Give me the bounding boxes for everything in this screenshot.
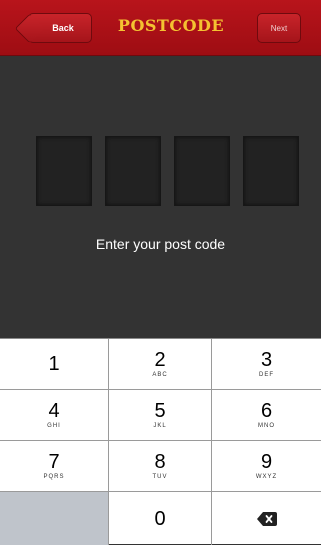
- key-3[interactable]: 3 DEF: [212, 339, 321, 390]
- blank-key: [0, 492, 109, 545]
- key-0[interactable]: 0: [109, 492, 212, 545]
- entry-prompt: Enter your post code: [95, 236, 226, 252]
- key-2-number: 2: [154, 349, 166, 371]
- numeric-keypad: 1 2 ABC 3 DEF 4 GHI 5 JKL 6 MNO 7 PQRS 8…: [0, 338, 321, 545]
- key-5-letters: JKL: [153, 423, 167, 429]
- key-7[interactable]: 7 PQRS: [0, 441, 109, 492]
- key-9-letters: WXYZ: [255, 474, 278, 480]
- key-1-number: 1: [48, 353, 60, 375]
- delete-key[interactable]: [212, 492, 321, 545]
- key-7-number: 7: [48, 451, 60, 473]
- key-8-number: 8: [154, 451, 166, 473]
- key-4-number: 4: [48, 400, 60, 422]
- key-4-letters: GHI: [47, 423, 61, 429]
- postcode-digit-box-3[interactable]: [174, 136, 230, 206]
- key-6-letters: MNO: [258, 423, 275, 429]
- next-button[interactable]: Next: [257, 13, 301, 43]
- key-1[interactable]: 1: [0, 339, 109, 390]
- key-3-letters: DEF: [259, 372, 274, 378]
- key-9[interactable]: 9 WXYZ: [212, 441, 321, 492]
- key-7-letters: PQRS: [43, 474, 65, 480]
- key-5[interactable]: 5 JKL: [109, 390, 212, 441]
- postcode-digit-box-1[interactable]: [36, 136, 92, 206]
- back-button[interactable]: Back: [28, 13, 92, 43]
- key-3-number: 3: [260, 349, 273, 371]
- navigation-bar: Back POSTCODE Next: [0, 0, 321, 56]
- postcode-digit-box-2[interactable]: [105, 136, 161, 206]
- key-0-number: 0: [154, 507, 166, 530]
- postcode-digit-box-4[interactable]: [243, 136, 299, 206]
- key-5-number: 5: [154, 400, 166, 422]
- back-button-label: Back: [52, 23, 74, 33]
- key-6-number: 6: [260, 400, 273, 422]
- key-2[interactable]: 2 ABC: [109, 339, 212, 390]
- key-8-letters: TUV: [152, 474, 168, 480]
- key-9-number: 9: [260, 451, 273, 473]
- key-4[interactable]: 4 GHI: [0, 390, 109, 441]
- page-title: POSTCODE: [117, 16, 225, 35]
- backspace-icon: [256, 511, 277, 526]
- key-6[interactable]: 6 MNO: [212, 390, 321, 441]
- postcode-entry-area: Enter your post code: [0, 56, 321, 338]
- key-8[interactable]: 8 TUV: [109, 441, 212, 492]
- postcode-digit-boxes: [36, 136, 301, 206]
- key-2-letters: ABC: [152, 372, 168, 378]
